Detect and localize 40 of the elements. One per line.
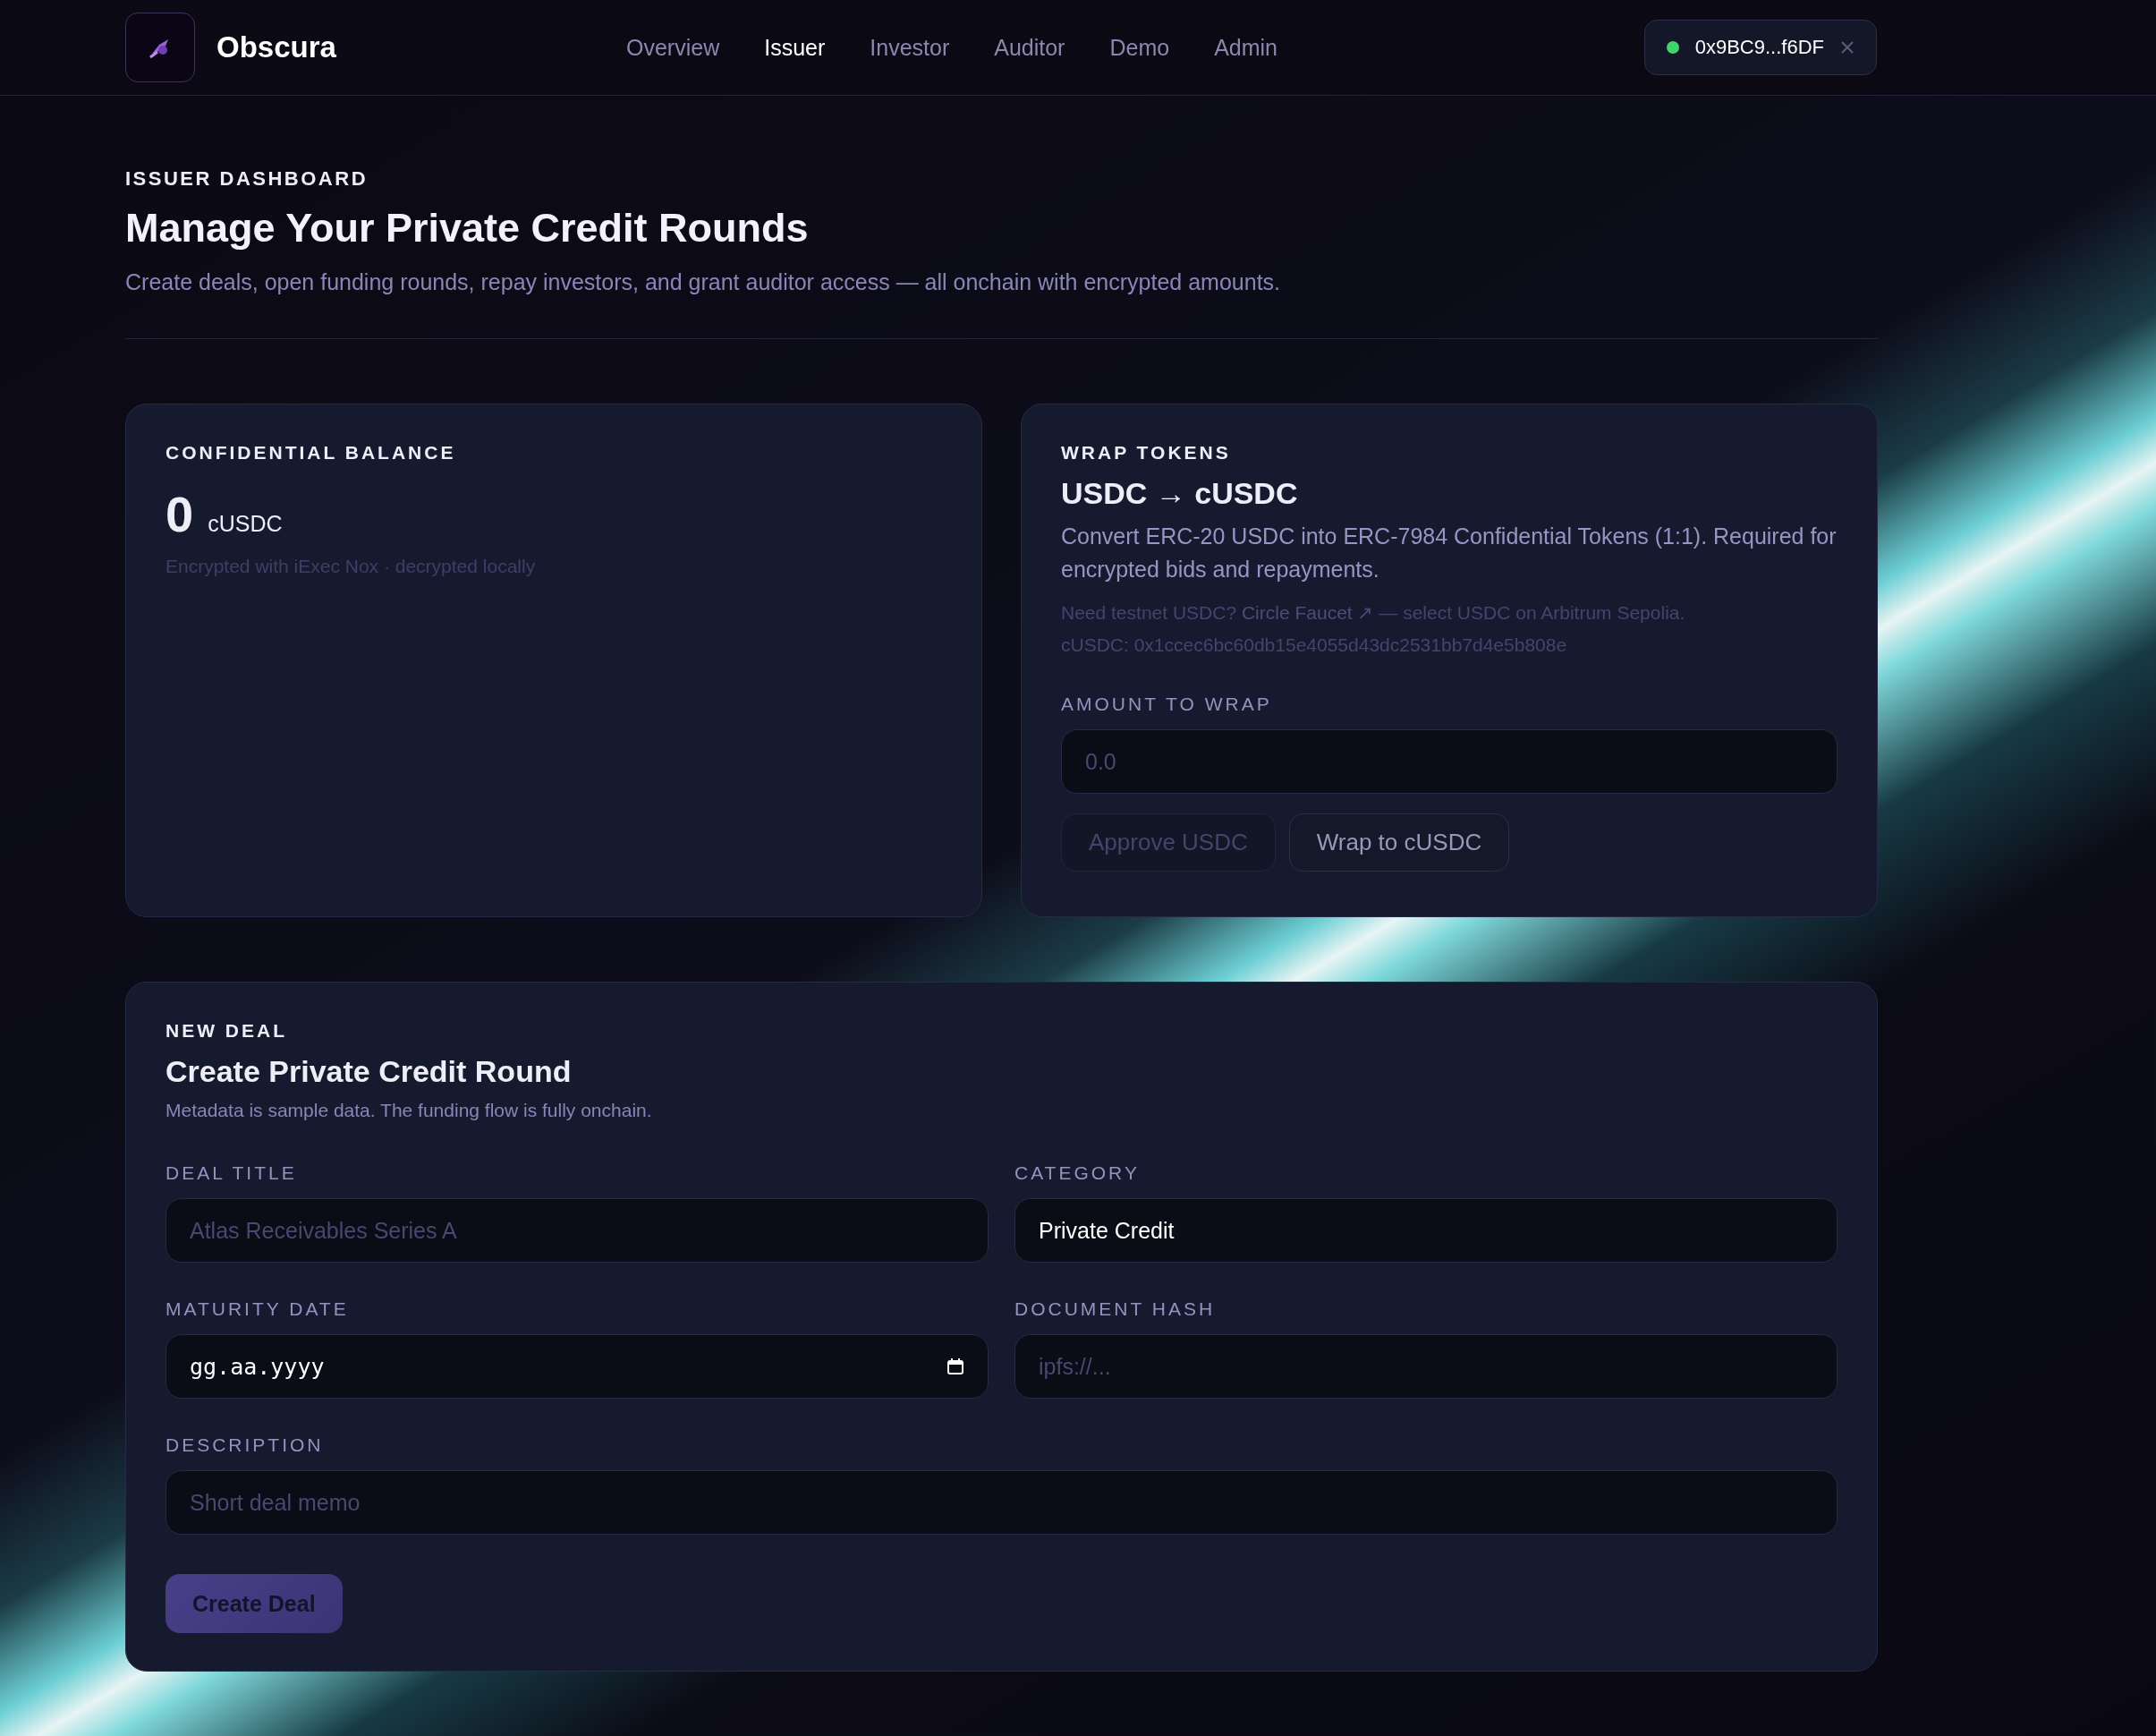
amount-input[interactable]: 0.0 [1061,729,1838,794]
faucet-hint: Need testnet USDC? Circle Faucet ↗ — select USDC on Arbitrum Sepolia. [1061,601,1686,625]
balance-unit: cUSDC [208,511,283,537]
wallet-button[interactable]: 0x9BC9...f6DF [1643,20,1877,75]
card-subtitle: Metadata is sample data. The funding flow is fully onchain. [166,1100,653,1121]
balance-amount: 0 [166,485,194,543]
nav-link[interactable]: Issuer [764,34,826,61]
field-label: DOCUMENT HASH [1014,1298,1217,1320]
field-label: DESCRIPTION [166,1434,325,1456]
text-input[interactable]: Short deal memo [166,1470,1838,1535]
card-label: WRAP TOKENS [1061,442,1232,464]
nav-link[interactable]: Overview [626,34,720,61]
logo-icon[interactable] [125,13,195,82]
close-icon[interactable] [1840,40,1855,55]
calendar-icon[interactable] [946,1357,964,1375]
wallet-address: 0x9BC9...f6DF [1694,36,1824,59]
text-input[interactable]: Atlas Receivables Series A [166,1198,989,1263]
text-input[interactable]: Private Credit [1014,1198,1838,1263]
nav-link[interactable]: Auditor [994,34,1065,61]
card-title: Create Private Credit Round [166,1054,573,1089]
card-label: CONFIDENTIAL BALANCE [166,442,457,464]
nav-link[interactable]: Admin [1214,34,1277,61]
brand-name: Obscura [216,30,336,64]
contract-address: cUSDC: 0x1ccec6bc60db15e4055d43dc2531bb7d4e5b808e [1061,634,1568,657]
nav-link[interactable]: Demo [1109,34,1170,61]
text-input[interactable]: ipfs://... [1014,1334,1838,1399]
field-label: MATURITY DATE [166,1298,350,1320]
field-label: AMOUNT TO WRAP [1061,694,1273,715]
card-label: NEW DEAL [166,1020,288,1042]
section-eyebrow: ISSUER DASHBOARD [125,167,369,191]
date-input[interactable]: gg.aa.yyyy [166,1334,989,1399]
field-label: CATEGORY [1014,1162,1141,1184]
field-label: DEAL TITLE [166,1162,298,1184]
card-title: USDC → cUSDC [1061,476,1299,511]
page-description: Create deals, open funding rounds, repay investors, and grant auditor access — all onchain with encrypted amounts. [125,268,1282,296]
encryption-note: Encrypted with iExec Nox · decrypted locally [166,556,537,577]
action-button[interactable]: Wrap to cUSDC [1288,813,1510,872]
page-title: Manage Your Private Credit Rounds [125,205,810,251]
nav-link[interactable]: Investor [870,34,950,61]
card-description: Convert ERC-20 USDC into ERC-7984 Confidential Tokens (1:1). Required for encrypted bids and repayments. [1061,523,1838,583]
